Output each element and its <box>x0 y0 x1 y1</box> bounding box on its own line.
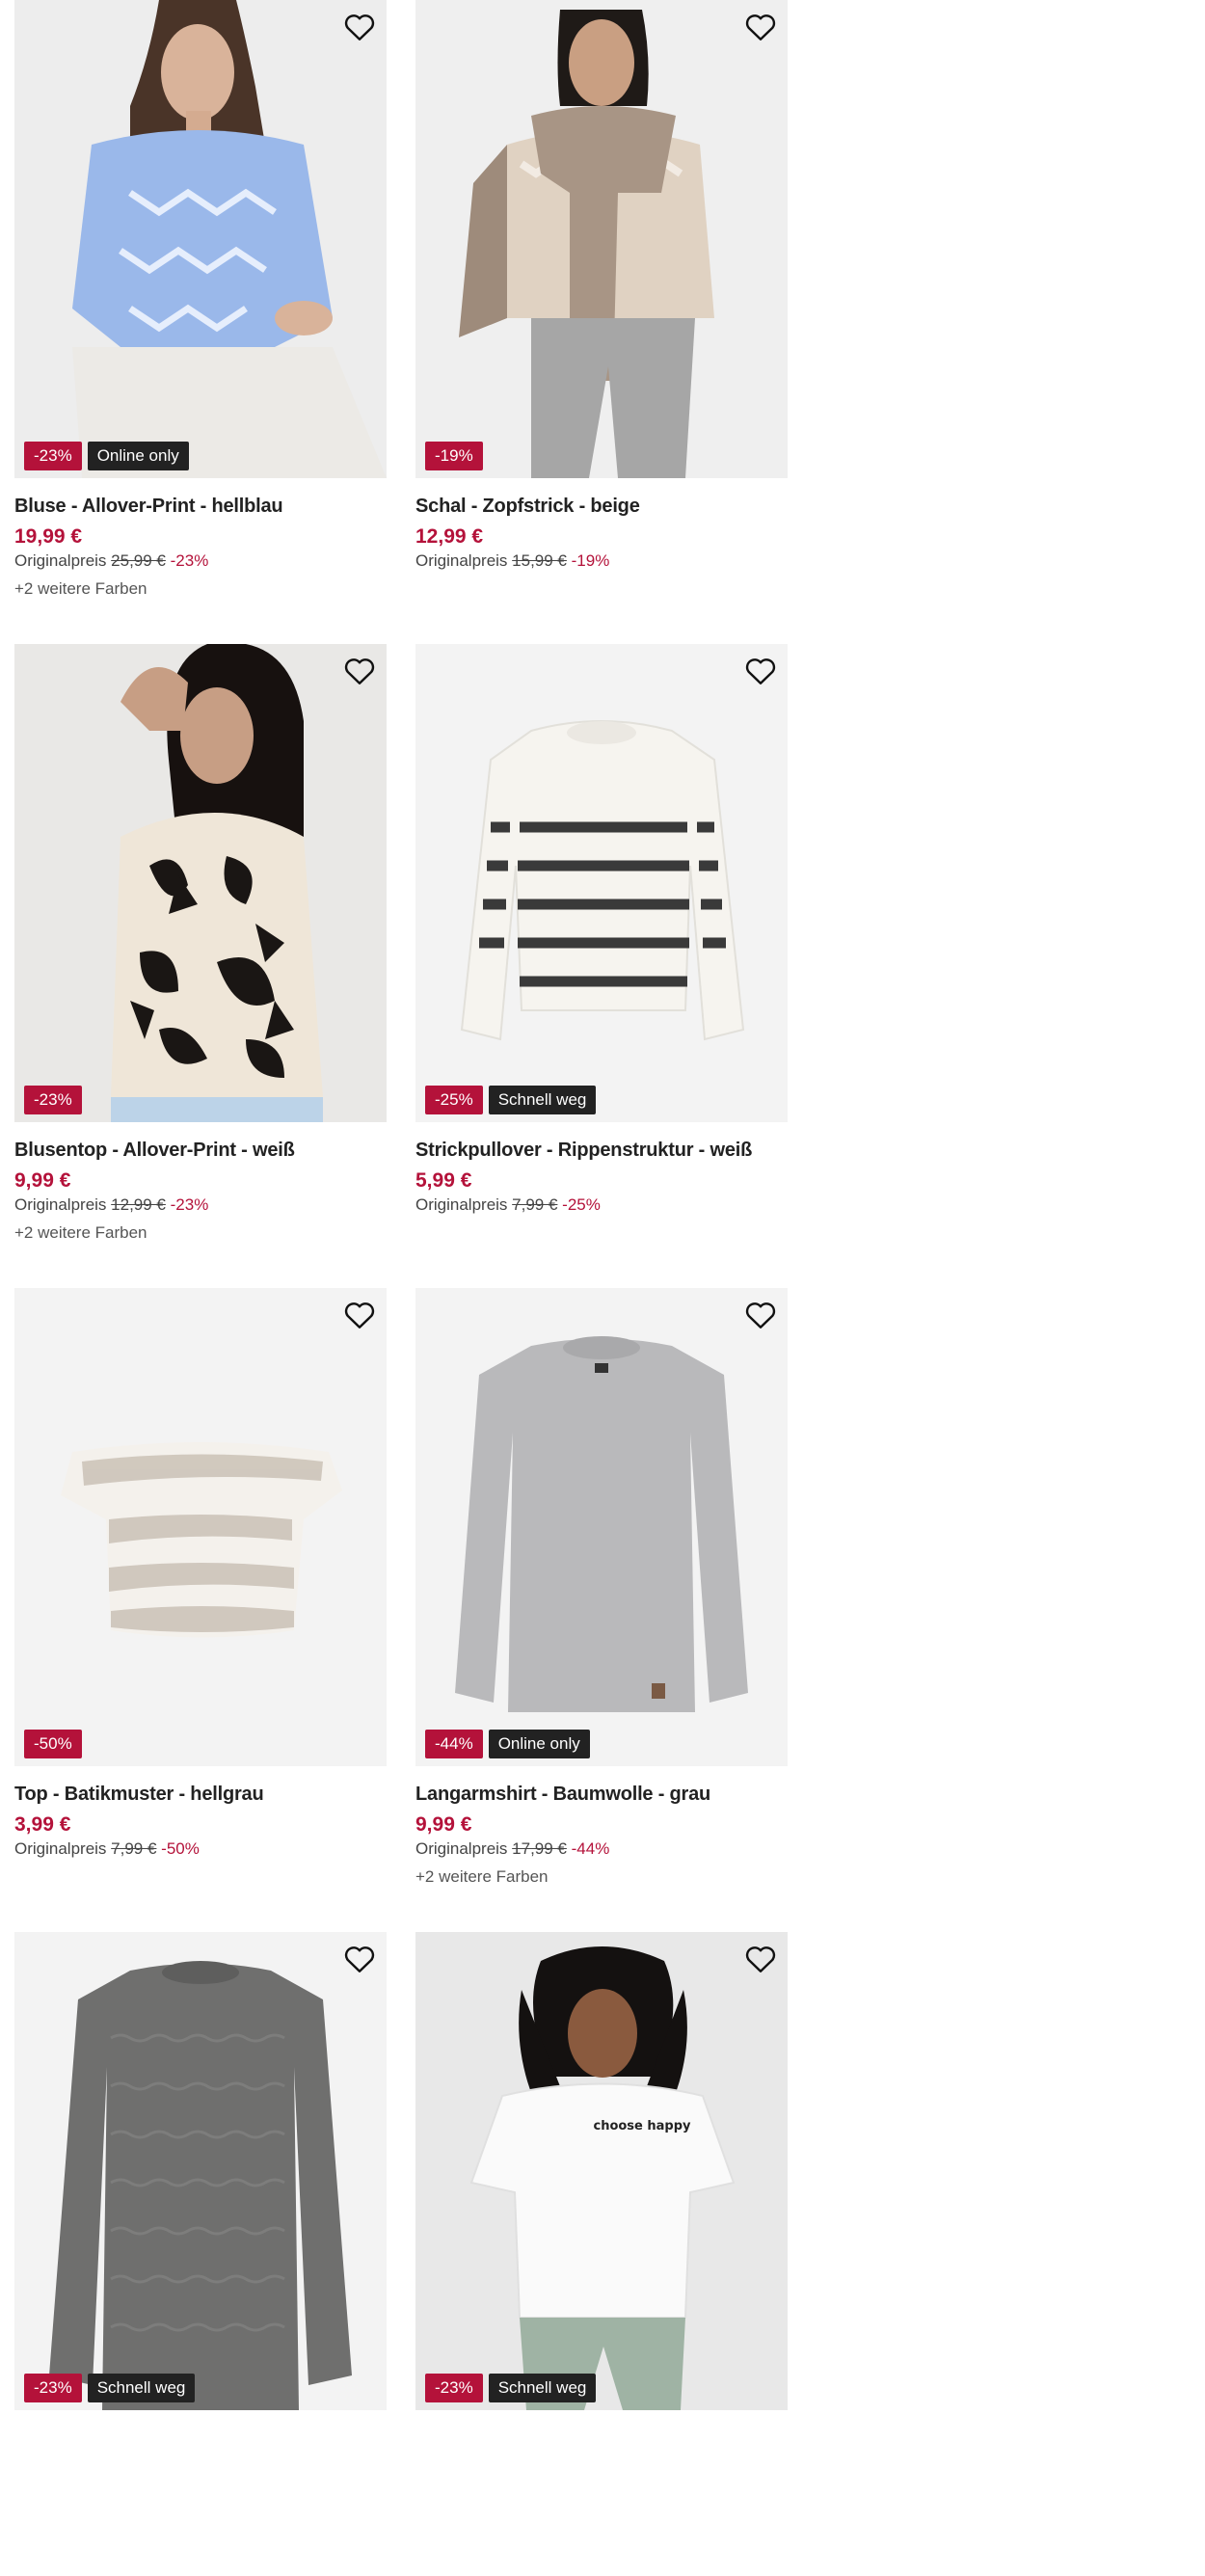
product-card[interactable]: -23% Online only Bluse - Allover-Print -… <box>14 0 387 644</box>
wishlist-heart-icon[interactable] <box>743 654 778 688</box>
product-photo-blouse-top <box>14 644 387 1122</box>
original-price: 15,99 € <box>512 551 567 570</box>
discount-badge: -25% <box>425 1086 483 1114</box>
sale-price: 9,99 € <box>415 1813 472 1836</box>
product-photo-tie-dye-top <box>14 1288 387 1766</box>
discount-percent: -23% <box>170 551 209 570</box>
original-price-label: Originalpreis <box>415 1839 508 1858</box>
badge-group: -19% <box>425 442 483 470</box>
product-photo-striped-sweater <box>415 644 788 1122</box>
wishlist-heart-icon[interactable] <box>743 1942 778 1976</box>
original-price-label: Originalpreis <box>14 1195 107 1214</box>
wishlist-heart-icon[interactable] <box>342 10 377 44</box>
product-title[interactable]: Top - Batikmuster - hellgrau <box>14 1784 387 1806</box>
product-title[interactable]: Langarmshirt - Baumwolle - grau <box>415 1784 788 1806</box>
original-price-label: Originalpreis <box>14 551 107 570</box>
product-image[interactable]: -23% <box>14 644 387 1122</box>
discount-badge: -23% <box>24 2374 82 2402</box>
product-image[interactable]: -23% Schnell weg <box>14 1932 387 2410</box>
product-title[interactable]: Strickpullover - Rippenstruktur - weiß <box>415 1140 788 1162</box>
product-card[interactable]: -44% Online only Langarmshirt - Baumwoll… <box>415 1288 788 1932</box>
product-card[interactable]: -25% Schnell weg Strickpullover - Rippen… <box>415 644 788 1288</box>
schnell-weg-badge: Schnell weg <box>87 2374 196 2402</box>
badge-group: -23% <box>24 1086 82 1114</box>
discount-percent: -25% <box>562 1195 601 1214</box>
online-only-badge: Online only <box>87 442 189 470</box>
original-price-label: Originalpreis <box>415 1195 508 1214</box>
sale-price: 3,99 € <box>14 1813 71 1836</box>
sale-price: 19,99 € <box>14 525 83 548</box>
more-colors-link[interactable]: +2 weitere Farben <box>14 579 387 599</box>
more-colors-link[interactable]: +2 weitere Farben <box>415 1867 788 1887</box>
badge-group: -50% <box>24 1730 82 1758</box>
original-price-line: Originalpreis 12,99 € -23% <box>14 1195 387 1215</box>
original-price: 7,99 € <box>111 1839 157 1858</box>
discount-badge: -23% <box>24 442 82 470</box>
discount-percent: -50% <box>161 1839 200 1858</box>
product-card[interactable]: -50% Top - Batikmuster - hellgrau 3,99 €… <box>14 1288 387 1932</box>
product-card[interactable]: choose happy -23% Schnell weg <box>415 1932 788 2576</box>
sale-price: 9,99 € <box>14 1169 71 1192</box>
discount-badge: -44% <box>425 1730 483 1758</box>
product-photo-longsleeve <box>415 1288 788 1766</box>
wishlist-heart-icon[interactable] <box>342 1942 377 1976</box>
original-price-label: Originalpreis <box>415 551 508 570</box>
original-price-line: Originalpreis 15,99 € -19% <box>415 551 788 571</box>
product-card[interactable]: -19% Schal - Zopfstrick - beige 12,99 € … <box>415 0 788 644</box>
product-card[interactable]: -23% Schnell weg <box>14 1932 387 2576</box>
original-price-line: Originalpreis 7,99 € -25% <box>415 1195 788 1215</box>
badge-group: -23% Schnell weg <box>425 2374 597 2402</box>
badge-group: -23% Schnell weg <box>24 2374 196 2402</box>
original-price-label: Originalpreis <box>14 1839 107 1858</box>
product-photo-tshirt: choose happy <box>415 1932 788 2410</box>
discount-badge: -50% <box>24 1730 82 1758</box>
product-photo-scarf <box>415 0 788 478</box>
discount-percent: -19% <box>571 551 610 570</box>
product-card[interactable]: -23% Blusentop - Allover-Print - weiß 9,… <box>14 644 387 1288</box>
product-image[interactable]: -50% <box>14 1288 387 1766</box>
original-price: 17,99 € <box>512 1839 567 1858</box>
sale-price: 5,99 € <box>415 1169 472 1192</box>
wishlist-heart-icon[interactable] <box>743 1298 778 1332</box>
product-photo-blouse <box>14 0 387 478</box>
more-colors-link[interactable]: +2 weitere Farben <box>14 1223 387 1243</box>
badge-group: -23% Online only <box>24 442 189 470</box>
original-price: 12,99 € <box>111 1195 166 1214</box>
discount-percent: -44% <box>571 1839 610 1858</box>
shirt-print-text: choose happy <box>593 2119 691 2133</box>
wishlist-heart-icon[interactable] <box>342 1298 377 1332</box>
online-only-badge: Online only <box>488 1730 590 1758</box>
product-image[interactable]: -19% <box>415 0 788 478</box>
discount-badge: -23% <box>425 2374 483 2402</box>
schnell-weg-badge: Schnell weg <box>488 2374 597 2402</box>
original-price: 7,99 € <box>512 1195 558 1214</box>
original-price-line: Originalpreis 25,99 € -23% <box>14 551 387 571</box>
product-title[interactable]: Blusentop - Allover-Print - weiß <box>14 1140 387 1162</box>
sale-price: 12,99 € <box>415 525 484 548</box>
original-price-line: Originalpreis 7,99 € -50% <box>14 1839 387 1859</box>
wishlist-heart-icon[interactable] <box>342 654 377 688</box>
product-title[interactable]: Schal - Zopfstrick - beige <box>415 496 788 518</box>
product-image[interactable]: -23% Online only <box>14 0 387 478</box>
product-image[interactable]: choose happy -23% Schnell weg <box>415 1932 788 2410</box>
product-grid: -23% Online only Bluse - Allover-Print -… <box>14 0 788 2576</box>
schnell-weg-badge: Schnell weg <box>488 1086 597 1114</box>
wishlist-heart-icon[interactable] <box>743 10 778 44</box>
product-title[interactable]: Bluse - Allover-Print - hellblau <box>14 496 387 518</box>
original-price: 25,99 € <box>111 551 166 570</box>
original-price-line: Originalpreis 17,99 € -44% <box>415 1839 788 1859</box>
product-photo-knit-sweater <box>14 1932 387 2410</box>
badge-group: -44% Online only <box>425 1730 590 1758</box>
product-image[interactable]: -44% Online only <box>415 1288 788 1766</box>
discount-percent: -23% <box>170 1195 209 1214</box>
discount-badge: -19% <box>425 442 483 470</box>
badge-group: -25% Schnell weg <box>425 1086 597 1114</box>
discount-badge: -23% <box>24 1086 82 1114</box>
product-image[interactable]: -25% Schnell weg <box>415 644 788 1122</box>
